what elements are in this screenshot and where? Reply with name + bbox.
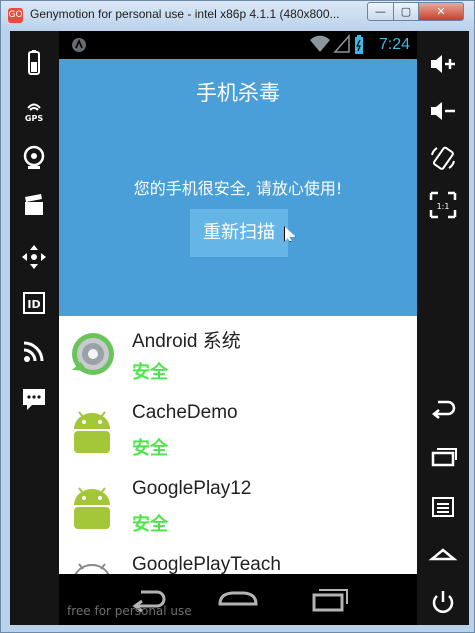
window-title: Genymotion for personal use - intel x86p… [30,7,340,21]
android-navigation-bar: free for personal use [59,574,417,625]
clock: 7:24 [378,36,410,53]
close-button[interactable]: ✕ [418,2,464,21]
android-status-bar: 7:24 [59,31,417,59]
list-item[interactable]: Android 系统 安全 [59,316,417,392]
signal-icon [333,34,351,57]
genymotion-logo-icon: GO [8,8,23,23]
volume-up-icon[interactable] [428,49,458,79]
svg-text:ID: ID [27,298,40,311]
recents-icon[interactable] [428,443,458,473]
watermark-text: free for personal use [67,604,192,618]
app-list[interactable]: Android 系统 安全 CacheDemo 安全 GooglePlay12 … [59,316,417,574]
menu-icon[interactable] [428,492,458,522]
page-title: 手机杀毒 [196,81,280,105]
gps-icon[interactable]: GPS [19,96,49,126]
rescan-button[interactable]: 重新扫描 [190,209,288,257]
window-titlebar[interactable]: GO Genymotion for personal use - intel x… [1,1,474,29]
app-state: 安全 [132,514,168,535]
maximize-button[interactable]: ▢ [393,2,419,21]
android-robot-icon [67,554,117,574]
genymotion-window: GO Genymotion for personal use - intel x… [0,0,475,633]
id-icon[interactable]: ID [19,288,49,318]
battery-icon[interactable] [19,48,49,78]
android-system-icon [67,326,117,382]
clapper-icon[interactable] [19,190,49,220]
nav-home-icon[interactable] [216,584,260,614]
move-icon[interactable] [19,242,49,272]
scale-icon[interactable]: 1:1 [428,190,458,220]
nav-recents-icon[interactable] [307,584,351,614]
antivirus-header: 手机杀毒 您的手机很安全, 请放心使用! 重新扫描 [59,59,417,316]
list-item[interactable]: CacheDemo 安全 [59,392,417,468]
volume-down-icon[interactable] [428,96,458,126]
back-icon[interactable] [428,394,458,424]
right-toolbar: 1:1 [417,31,469,625]
home-icon[interactable] [428,538,458,568]
notification-app-icon [70,36,88,57]
app-state: 安全 [132,438,168,459]
minimize-button[interactable]: — [367,2,394,21]
svg-text:GPS: GPS [25,114,43,123]
list-item[interactable]: GooglePlayTeach [59,544,417,574]
left-toolbar: GPS ID [10,31,59,625]
wifi-icon [309,34,331,57]
rotate-icon[interactable] [428,143,458,173]
scan-status-text: 您的手机很安全, 请放心使用! [133,179,343,198]
app-name: GooglePlayTeach [132,554,281,574]
sms-icon[interactable] [19,384,49,414]
android-robot-icon [67,478,117,534]
svg-text:1:1: 1:1 [437,202,450,211]
app-name: CacheDemo [132,402,238,423]
app-state: 安全 [132,362,168,383]
webcam-icon[interactable] [19,143,49,173]
rss-icon[interactable] [19,336,49,366]
mouse-cursor-icon [284,226,296,242]
battery-status-icon [353,34,365,59]
android-robot-icon [67,402,117,458]
power-icon[interactable] [428,587,458,617]
list-item[interactable]: GooglePlay12 安全 [59,468,417,544]
app-name: GooglePlay12 [132,478,252,499]
app-name: Android 系统 [132,331,241,352]
